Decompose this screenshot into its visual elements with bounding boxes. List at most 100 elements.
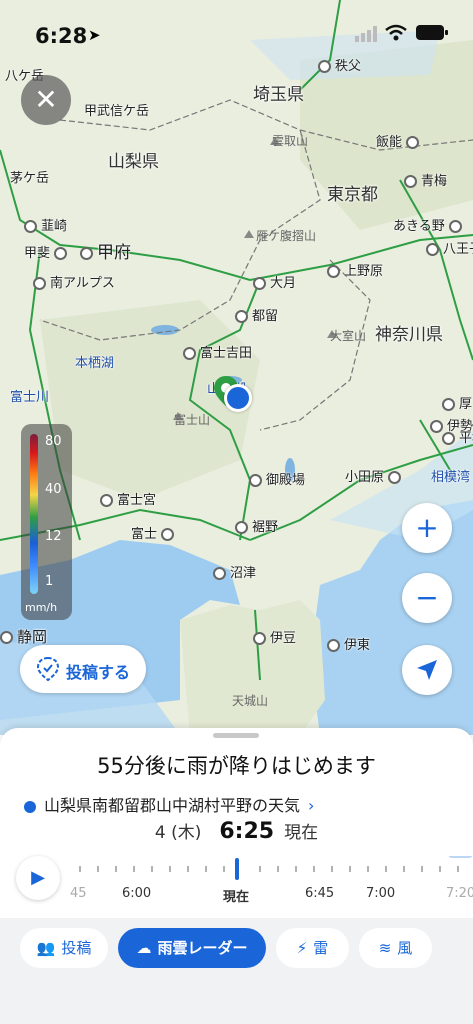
place-label: 富士吉田: [183, 342, 252, 361]
pref-label: 神奈川県: [375, 325, 443, 345]
post-button[interactable]: 投稿する: [20, 645, 146, 693]
place-label: 厚: [442, 393, 472, 412]
peak-label: 雲取山: [272, 134, 309, 148]
place-label: 富士宮: [100, 489, 156, 508]
tab-posts[interactable]: 👥 投稿: [20, 928, 108, 968]
tab-wind[interactable]: ≋ 風: [359, 928, 432, 968]
tab-rain-radar[interactable]: ☁ 雨雲レーダー: [118, 928, 266, 968]
map-base: [0, 0, 473, 735]
timeline-thumb: [235, 858, 239, 880]
location-name: 山梨県南都留郡山中湖村平野の天気: [44, 796, 301, 815]
zoom-in-button[interactable]: +: [402, 503, 452, 553]
forecast-time: 6:25: [219, 819, 275, 844]
place-label: 甲武信ケ岳: [84, 104, 150, 119]
place-label: 静岡: [0, 626, 47, 647]
status-time: 6:28: [35, 24, 88, 48]
place-label: 南アルプス: [33, 272, 115, 291]
place-label: 富士川: [10, 390, 50, 405]
place-label: 上野原: [327, 260, 383, 279]
tab-label: 雨雲レーダー: [157, 939, 248, 957]
sheet-handle[interactable]: [213, 733, 259, 738]
forecast-datetime: 4 (木) 6:25 現在: [0, 818, 473, 844]
place-label: 裾野: [235, 516, 278, 535]
place-label: 都留: [235, 305, 278, 324]
rain-cloud-icon: ☁: [136, 939, 152, 957]
legend-level: 12: [45, 529, 62, 544]
forecast-date: 4 (木): [154, 823, 202, 843]
rain-color-scale: [30, 434, 38, 594]
close-button[interactable]: ✕: [21, 75, 71, 125]
pref-label: 山梨県: [108, 152, 159, 172]
timeline-ticks: [79, 850, 473, 880]
place-label: 本栖湖: [75, 356, 115, 371]
location-arrow-icon: ➤: [88, 26, 101, 44]
post-button-label: 投稿する: [66, 663, 131, 682]
legend-level: 80: [45, 434, 62, 449]
place-label: 伊東: [327, 634, 370, 653]
timeline-label: 7:00: [366, 886, 396, 901]
place-label: 飯能: [376, 131, 423, 150]
people-icon: 👥: [36, 939, 56, 957]
wind-icon: ≋: [378, 939, 392, 957]
tab-label: 投稿: [61, 939, 92, 957]
place-label: 平塚: [442, 427, 473, 446]
place-label: 青梅: [404, 170, 447, 189]
current-location-dot: [224, 384, 252, 412]
radar-map[interactable]: 埼玉県 山梨県 東京都 神奈川県 秩父 八ケ岳 甲武信ケ岳 茅ケ岳 雲取山 飯能…: [0, 0, 473, 735]
location-dot-icon: [24, 800, 36, 813]
legend-unit: mm/h: [25, 601, 58, 614]
place-label: 伊豆: [253, 627, 296, 646]
play-icon: ▶: [31, 867, 45, 888]
place-label: 甲府: [80, 238, 131, 263]
minus-icon: −: [415, 581, 439, 614]
timeline-slider[interactable]: 45 6:00 現在 6:45 7:00 7:20: [70, 850, 473, 916]
navigation-arrow-icon: [417, 660, 437, 680]
tab-label: 風: [397, 939, 413, 957]
pref-label: 埼玉県: [253, 85, 304, 105]
place-label: 韮崎: [24, 215, 67, 234]
peak-label: 大室山: [330, 329, 367, 343]
battery-icon: [416, 25, 448, 45]
close-icon: ✕: [34, 83, 58, 116]
peak-label: 天城山: [232, 694, 269, 708]
rain-legend: 80 40 12 1 mm/h: [21, 424, 72, 620]
current-location-button[interactable]: [402, 645, 452, 695]
place-label: 甲斐: [24, 242, 71, 261]
timeline-label: 45: [70, 886, 87, 901]
timeline-label: 7:20: [446, 886, 473, 901]
place-label: 小田原: [345, 466, 405, 485]
chevron-right-icon: ›: [308, 796, 315, 815]
location-link[interactable]: 山梨県南都留郡山中湖村平野の天気 ›: [24, 792, 314, 816]
plus-icon: +: [415, 511, 439, 544]
now-label: 現在: [284, 823, 319, 843]
timeline-label: 6:45: [305, 886, 335, 901]
legend-level: 40: [45, 482, 62, 497]
place-label: あきる野: [393, 215, 466, 234]
peak-label: 雁ケ腹摺山: [256, 229, 317, 243]
place-label: 茅ケ岳: [10, 171, 50, 186]
place-label: 富士: [131, 523, 178, 542]
play-button[interactable]: ▶: [16, 856, 60, 900]
tab-label: 雷: [313, 939, 329, 957]
timeline-label: 6:00: [122, 886, 152, 901]
wifi-icon: [385, 24, 407, 46]
place-label: 大月: [253, 272, 296, 291]
forecast-sheet: 55分後に雨が降りはじめます 山梨県南都留郡山中湖村平野の天気 › 4 (木) 6:…: [0, 728, 473, 918]
place-label: 沼津: [213, 562, 256, 581]
timeline-label: 現在: [223, 890, 250, 905]
tab-thunder[interactable]: ⚡ 雷: [276, 928, 349, 968]
place-label: 御殿場: [249, 469, 305, 488]
lightning-icon: ⚡: [296, 939, 308, 957]
legend-level: 1: [45, 574, 54, 589]
zoom-out-button[interactable]: −: [402, 573, 452, 623]
place-label: 相模湾: [431, 470, 471, 485]
place-label: 八王子: [426, 238, 473, 257]
place-label: 秩父: [318, 55, 361, 74]
signal-icon: [355, 26, 377, 46]
peak-label: 富士山: [174, 413, 211, 427]
rain-forecast-headline: 55分後に雨が降りはじめます: [97, 754, 376, 778]
bottom-tab-bar: 👥 投稿 ☁ 雨雲レーダー ⚡ 雷 ≋ 風: [0, 918, 473, 1024]
post-pin-icon: [36, 656, 60, 682]
pref-label: 東京都: [327, 185, 378, 205]
status-bar: 6:28 ➤: [0, 22, 473, 52]
